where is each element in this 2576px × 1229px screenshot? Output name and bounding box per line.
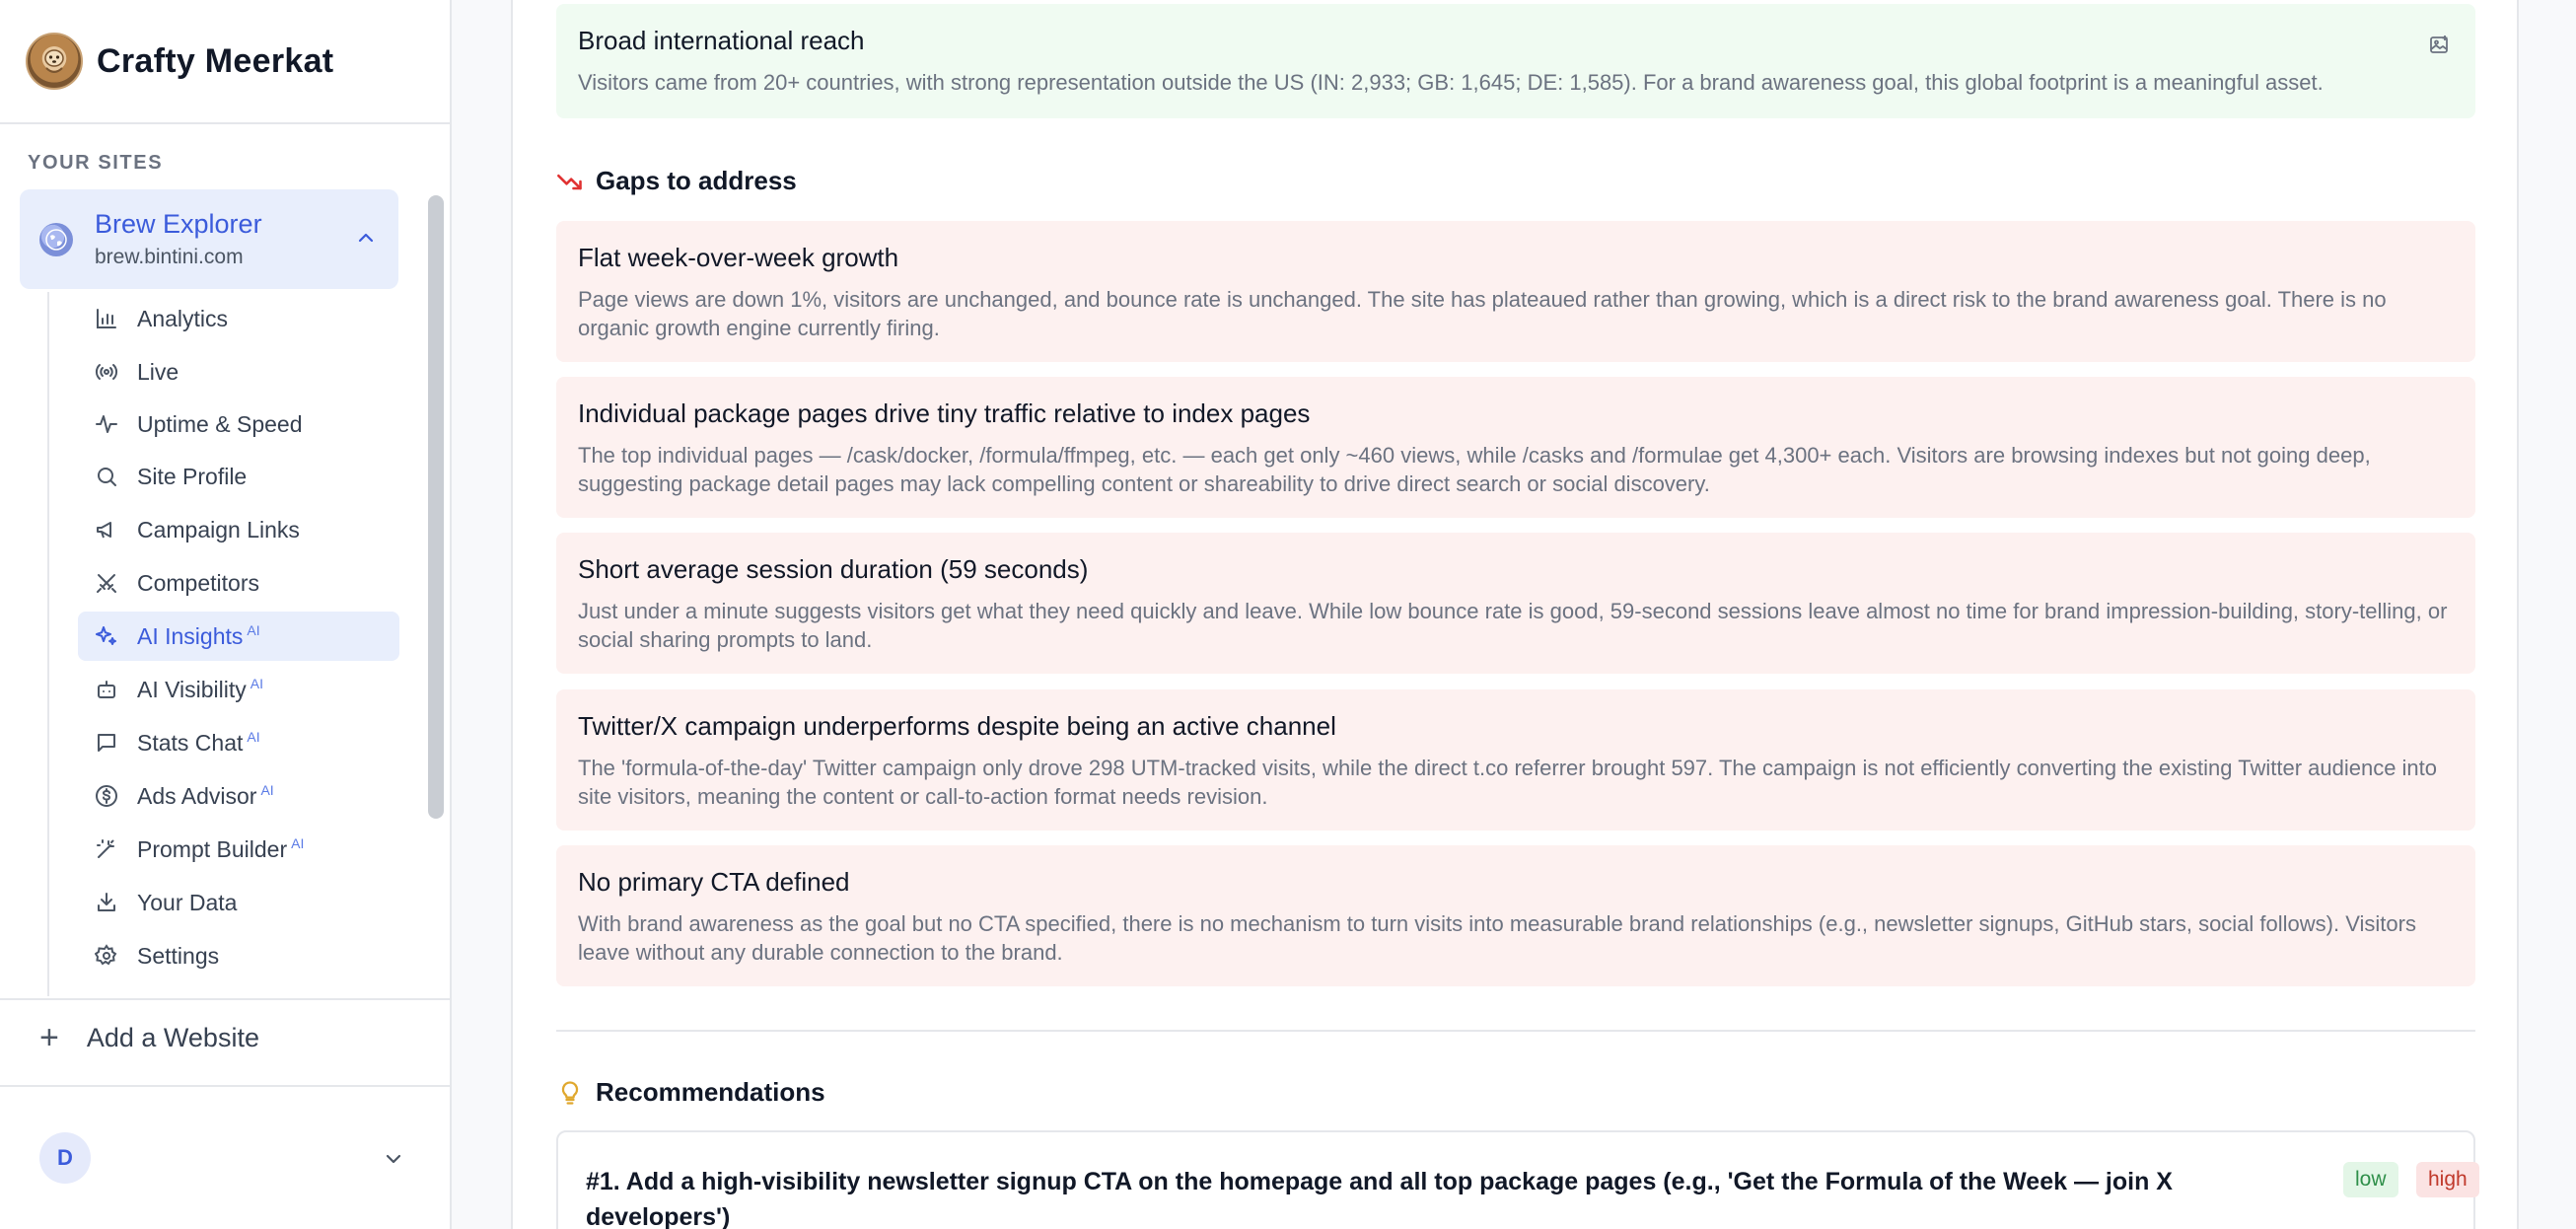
ai-badge: AI	[260, 782, 274, 798]
chat-icon	[94, 730, 119, 756]
insights-panel: Broad international reach Visitors came …	[511, 0, 2519, 1229]
gear-icon	[94, 943, 119, 969]
nav-item-live[interactable]: Live	[78, 347, 399, 397]
ai-badge: AI	[247, 729, 260, 745]
recommendation-card[interactable]: #1. Add a high-visibility newsletter sig…	[556, 1130, 2479, 1229]
swords-icon	[94, 570, 119, 596]
add-website-button[interactable]: + Add a Website	[0, 998, 450, 1075]
broadcast-icon	[94, 359, 119, 385]
gap-card-4: Twitter/X campaign underperforms despite…	[556, 689, 2475, 831]
nav-item-analytics[interactable]: Analytics	[78, 294, 399, 343]
gap-body: Just under a minute suggests visitors ge…	[578, 599, 2448, 652]
nav-item-ai-visibility[interactable]: AI Visibility AI	[78, 665, 399, 714]
gap-title: Individual package pages drive tiny traf…	[578, 398, 1311, 428]
megaphone-icon	[94, 517, 119, 542]
recommendation-title: #1. Add a high-visibility newsletter sig…	[586, 1168, 2173, 1229]
gap-title: Flat week-over-week growth	[578, 243, 899, 272]
sidebar-scrollbar[interactable]	[428, 195, 444, 819]
nav-item-stats-chat[interactable]: Stats Chat AI	[78, 718, 399, 767]
site-domain: brew.bintini.com	[95, 246, 244, 268]
meerkat-logo-icon	[26, 33, 83, 90]
gap-body: The top individual pages — /cask/docker,…	[578, 443, 2371, 496]
nav-item-label: Stats Chat	[137, 729, 244, 756]
nav-item-ads-advisor[interactable]: Ads Advisor AI	[78, 771, 399, 821]
gaps-heading: Gaps to address	[556, 166, 797, 196]
nav-item-your-data[interactable]: Your Data	[78, 878, 399, 927]
search-icon	[94, 464, 119, 489]
strength-card: Broad international reach Visitors came …	[556, 4, 2475, 118]
nav-item-label: Settings	[137, 942, 220, 969]
nav-item-label: AI Visibility	[137, 676, 247, 702]
strength-body: Visitors came from 20+ countries, with s…	[578, 70, 2324, 95]
gap-body: With brand awareness as the goal but no …	[578, 911, 2416, 965]
globe-icon	[39, 222, 73, 256]
nav-item-site-profile[interactable]: Site Profile	[78, 452, 399, 501]
gap-card-3: Short average session duration (59 secon…	[556, 533, 2475, 674]
nav-item-uptime-speed[interactable]: Uptime & Speed	[78, 399, 399, 449]
sites-section-label: YOUR SITES	[28, 152, 164, 174]
site-switcher[interactable]: Brew Explorer brew.bintini.com	[20, 189, 398, 289]
gap-body: Page views are down 1%, visitors are unc…	[578, 287, 2387, 340]
wand-icon	[94, 836, 119, 862]
nav-tree-rail	[47, 292, 49, 996]
nav-item-label: Uptime & Speed	[137, 410, 303, 437]
gap-body: The 'formula-of-the-day' Twitter campaig…	[578, 756, 2438, 809]
pulse-icon	[94, 411, 119, 437]
gap-title: Twitter/X campaign underperforms despite…	[578, 711, 1336, 741]
gap-card-5: No primary CTA defined With brand awaren…	[556, 845, 2475, 986]
gap-card-1: Flat week-over-week growth Page views ar…	[556, 221, 2475, 362]
bar-chart-icon	[94, 306, 119, 331]
nav-item-label: Site Profile	[137, 463, 248, 489]
effort-badge: low	[2343, 1162, 2398, 1197]
gap-title: Short average session duration (59 secon…	[578, 554, 1089, 584]
dollar-icon	[94, 783, 119, 809]
recommendations-heading: Recommendations	[556, 1077, 825, 1108]
user-menu[interactable]: D	[0, 1085, 450, 1229]
nav-item-prompt-builder[interactable]: Prompt Builder AI	[78, 825, 399, 874]
nav-item-competitors[interactable]: Competitors	[78, 558, 399, 608]
gaps-heading-text: Gaps to address	[596, 166, 797, 195]
site-name: Brew Explorer	[95, 209, 262, 239]
section-divider	[556, 1030, 2475, 1032]
chevron-down-icon[interactable]	[383, 1148, 404, 1175]
nav-item-campaign-links[interactable]: Campaign Links	[78, 505, 399, 554]
plus-icon: +	[39, 1018, 59, 1056]
strength-title: Broad international reach	[578, 26, 865, 55]
ai-badge: AI	[250, 676, 264, 691]
nav-item-label: Campaign Links	[137, 516, 300, 542]
nav-item-label: Prompt Builder	[137, 835, 288, 862]
nav-item-label: Competitors	[137, 569, 259, 596]
recommendations-heading-text: Recommendations	[596, 1077, 825, 1107]
add-website-label: Add a Website	[86, 1022, 259, 1052]
ai-badge: AI	[291, 835, 305, 851]
trending-down-icon	[556, 168, 584, 195]
gap-title: No primary CTA defined	[578, 867, 850, 897]
sparkles-icon	[94, 623, 119, 649]
save-image-icon[interactable]	[2428, 34, 2452, 62]
impact-badge: high	[2416, 1162, 2479, 1197]
avatar: D	[39, 1132, 91, 1184]
nav-item-label: Analytics	[137, 305, 229, 331]
nav-item-label: AI Insights	[137, 622, 244, 649]
sidebar: Crafty Meerkat YOUR SITES Brew Explorer …	[0, 0, 452, 1229]
chevron-up-icon[interactable]	[355, 227, 377, 253]
download-icon	[94, 890, 119, 915]
brand-header[interactable]: Crafty Meerkat	[0, 0, 450, 124]
lightbulb-icon	[556, 1079, 584, 1107]
ai-badge: AI	[247, 622, 260, 638]
nav-item-label: Your Data	[137, 889, 238, 915]
nav-item-settings[interactable]: Settings	[78, 931, 399, 980]
nav-item-label: Ads Advisor	[137, 782, 257, 809]
nav-item-label: Live	[137, 358, 179, 385]
robot-icon	[94, 677, 119, 702]
brand-name: Crafty Meerkat	[97, 41, 334, 80]
gap-card-2: Individual package pages drive tiny traf…	[556, 377, 2475, 518]
nav-item-ai-insights[interactable]: AI Insights AI	[78, 612, 399, 661]
